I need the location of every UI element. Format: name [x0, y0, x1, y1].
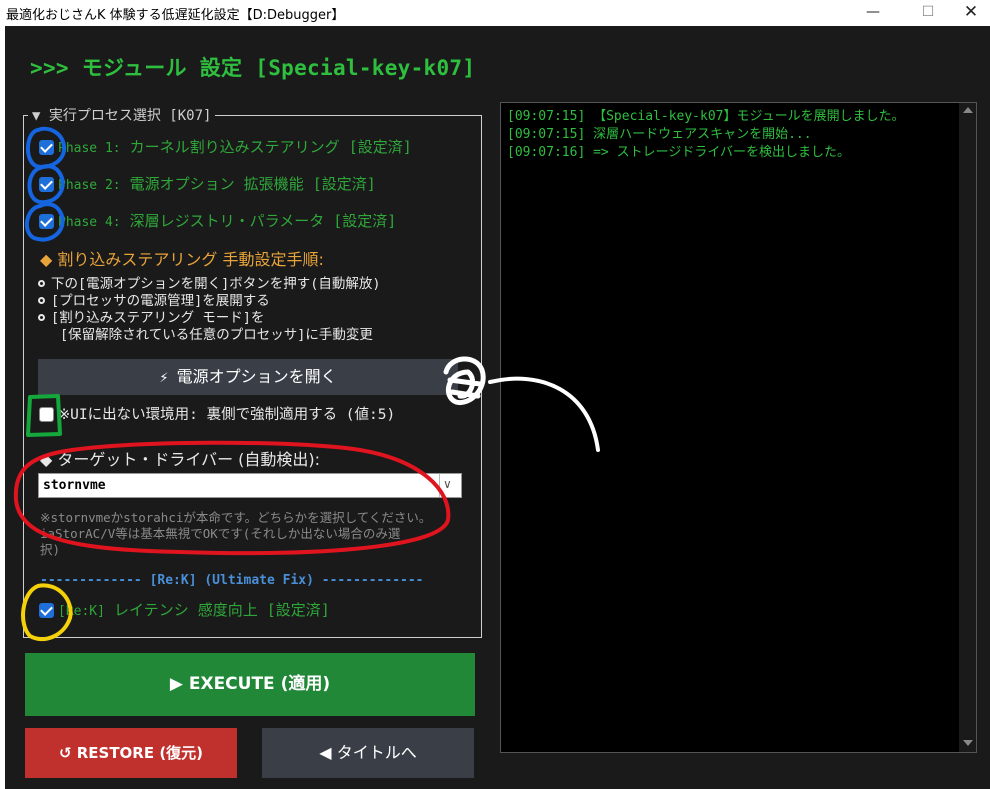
manual-steps-list: 下の[電源オプションを開く]ボタンを押す(自動解放) [プロセッサの電源管理]を…: [38, 276, 381, 344]
phase-1-label[interactable]: Phase 1: カーネル割り込みステアリング [設定済]: [58, 136, 412, 157]
window-title: 最適化おじさんK 体験する低遅延化設定【D:Debugger】: [6, 8, 345, 23]
bullet-icon: [38, 314, 45, 321]
minimize-button[interactable]: —: [850, 0, 896, 26]
list-item: [割り込みステアリング モード]を: [38, 310, 381, 327]
driver-select-value: stornvme: [43, 478, 106, 493]
list-item: 下の[電源オプションを開く]ボタンを押す(自動解放): [38, 276, 381, 293]
target-driver-heading: ◆ ターゲット・ドライバー (自動検出):: [40, 450, 321, 469]
step-text: 下の[電源オプションを開く]ボタンを押す(自動解放): [51, 276, 381, 292]
page-title: >>> モジュール 設定 [Special-key-k07]: [30, 56, 476, 80]
log-console[interactable]: [09:07:15] 【Special-key-k07】モジュールを展開しました…: [500, 102, 977, 753]
rek-text: レイテンシ 感度向上 [設定済]: [104, 601, 330, 619]
scroll-down-icon[interactable]: [963, 740, 973, 746]
maximize-button[interactable]: ☐: [905, 0, 951, 26]
select-divider: [439, 474, 440, 497]
phase-2-text: 電源オプション 拡張機能 [設定済]: [120, 175, 376, 193]
rek-checkbox[interactable]: [39, 603, 54, 618]
log-line: [09:07:16] => ストレージドライバーを検出しました。: [507, 145, 851, 160]
bullet-icon: [38, 297, 45, 304]
phase-4-text: 深層レジストリ・パラメータ [設定済]: [120, 212, 397, 230]
back-to-title-button[interactable]: ◀ タイトルへ: [262, 728, 474, 778]
note-line: iaStorAC/V等は基本無視でOKです(それしか出ない場合のみ選: [40, 526, 401, 541]
execute-button[interactable]: ▶ EXECUTE (適用): [25, 653, 475, 716]
step-text: [割り込みステアリング モード]を: [51, 310, 265, 326]
phase-1-text: カーネル割り込みステアリング [設定済]: [120, 138, 412, 156]
log-scrollbar[interactable]: [959, 103, 976, 752]
phase-4-label[interactable]: Phase 4: 深層レジストリ・パラメータ [設定済]: [58, 210, 396, 231]
log-lines: [09:07:15] 【Special-key-k07】モジュールを展開しました…: [507, 108, 905, 162]
bullet-icon: [38, 280, 45, 287]
window-titlebar: 最適化おじさんK 体験する低遅延化設定【D:Debugger】 — ☐ ✕: [0, 0, 990, 26]
rek-divider: ------------- [Re:K] (Ultimate Fix) ----…: [40, 573, 424, 588]
phase-2-label[interactable]: Phase 2: 電源オプション 拡張機能 [設定済]: [58, 173, 376, 194]
force-apply-label[interactable]: ※UIに出ない環境用: 裏側で強制適用する (値:5): [58, 403, 395, 424]
force-apply-checkbox[interactable]: [39, 407, 54, 422]
panel-legend: ▼ 実行プロセス選択 [K07]: [28, 105, 216, 125]
log-line: [09:07:15] 【Special-key-k07】モジュールを展開しました…: [507, 109, 905, 124]
open-power-options-button[interactable]: ⚡ 電源オプションを開く: [38, 359, 458, 395]
phase-2-checkbox[interactable]: [39, 177, 54, 192]
phase-1-prefix: Phase 1:: [58, 141, 121, 156]
close-button[interactable]: ✕: [948, 0, 990, 26]
step-text: [プロセッサの電源管理]を展開する: [51, 293, 270, 309]
log-line: [09:07:15] 深層ハードウェアスキャンを開始...: [507, 127, 812, 142]
list-item: [プロセッサの電源管理]を展開する: [38, 293, 381, 310]
phase-1-checkbox[interactable]: [39, 140, 54, 155]
phase-2-prefix: Phase 2:: [58, 178, 121, 193]
note-line: ※stornvmeかstorahciが本命です。どちらかを選択してください。: [40, 510, 432, 525]
open-power-options-label: 電源オプションを開く: [176, 367, 337, 386]
note-line: 択): [40, 542, 61, 557]
phase-4-checkbox[interactable]: [39, 214, 54, 229]
phase-4-prefix: Phase 4:: [58, 215, 121, 230]
lightning-icon: ⚡: [159, 371, 169, 386]
manual-steps-heading: ◆ 割り込みステアリング 手動設定手順:: [40, 250, 324, 269]
step-continuation: [保留解除されている任意のプロセッサ]に手動変更: [60, 327, 373, 343]
driver-select[interactable]: stornvme ∨: [38, 473, 462, 498]
window-edge: [0, 26, 5, 789]
driver-note: ※stornvmeかstorahciが本命です。どちらかを選択してください。 i…: [40, 510, 431, 558]
chevron-down-icon[interactable]: ∨: [443, 477, 452, 491]
restore-button[interactable]: ↺ RESTORE (復元): [25, 728, 237, 778]
rek-prefix: [Re:K]: [58, 604, 105, 619]
rek-label[interactable]: [Re:K] レイテンシ 感度向上 [設定済]: [58, 599, 330, 620]
scroll-up-icon[interactable]: [963, 107, 973, 113]
